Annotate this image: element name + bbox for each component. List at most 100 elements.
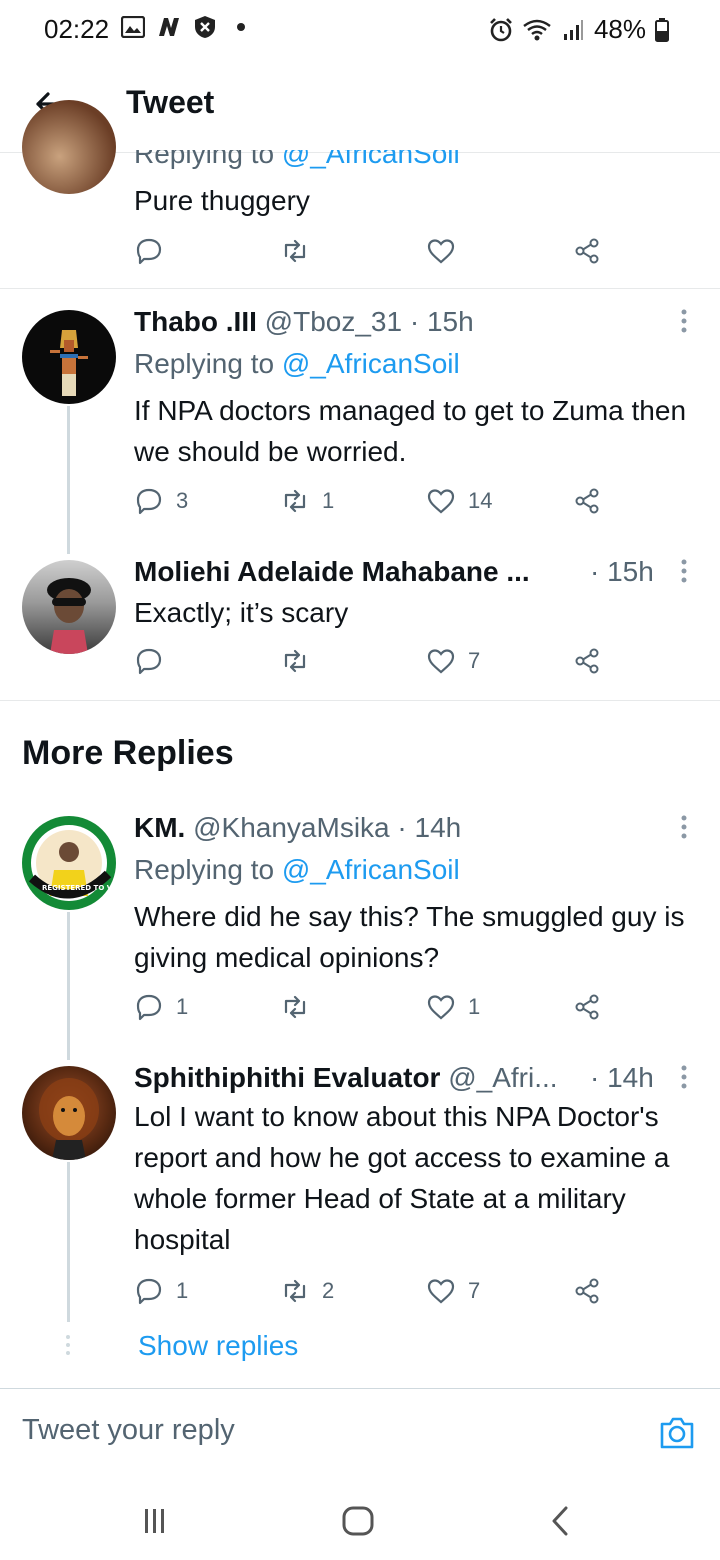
alarm-icon: [488, 17, 514, 43]
heart-icon: [427, 649, 455, 674]
comment-icon: [136, 648, 162, 675]
avatar-badge-text: REGISTERED TO VOTE ANC: [42, 884, 116, 892]
reply-to-line: Replying to @_AfricanSoil: [134, 854, 460, 886]
author-handle[interactable]: @_Afri...: [448, 1062, 557, 1093]
tweet-header: KM. @KhanyaMsika · 14h: [134, 812, 461, 844]
share-button[interactable]: [572, 236, 602, 266]
like-button[interactable]: 1: [426, 992, 480, 1022]
reply-to-handle[interactable]: @_AfricanSoil: [282, 348, 460, 379]
author-name[interactable]: Moliehi Adelaide Mahabane ...: [134, 556, 530, 587]
reply-to-handle[interactable]: @_AfricanSoil: [282, 854, 460, 885]
like-count: 1: [468, 994, 481, 1019]
retweet-button[interactable]: 2: [280, 1276, 334, 1306]
like-button[interactable]: [426, 236, 456, 266]
page-title: Tweet: [126, 84, 215, 120]
section-title: More Replies: [22, 734, 234, 772]
tweet-header: Thabo .III @Tboz_31 · 15h: [134, 306, 474, 338]
retweet-button[interactable]: [280, 992, 310, 1022]
tweet-text: Exactly; it’s scary: [134, 597, 349, 628]
share-icon: [575, 648, 599, 674]
tweet-time: · 14h: [590, 1062, 654, 1093]
wifi-icon: [522, 17, 552, 43]
retweet-button[interactable]: [280, 236, 310, 266]
camera-icon: [660, 1417, 694, 1449]
heart-icon: [427, 489, 455, 514]
share-button[interactable]: [572, 646, 602, 676]
avatar[interactable]: [22, 310, 116, 404]
more-vertical-icon: [681, 815, 687, 839]
author-handle[interactable]: @KhanyaMsika: [193, 812, 390, 843]
status-right: 48%: [488, 14, 670, 45]
retweet-icon: [284, 649, 306, 673]
avatar[interactable]: REGISTERED TO VOTE ANC: [22, 816, 116, 910]
dot-icon: [228, 14, 254, 40]
like-count: 14: [468, 488, 493, 513]
more-button[interactable]: [678, 308, 690, 334]
show-replies-link[interactable]: Show replies: [138, 1330, 298, 1362]
thread-line: [67, 1162, 70, 1322]
share-icon: [575, 238, 599, 264]
notification-icons: [120, 14, 254, 40]
signal-icon: [560, 17, 586, 43]
comment-icon: [136, 994, 162, 1021]
tweet-time: · 14h: [397, 812, 462, 843]
like-count: 7: [468, 1278, 481, 1303]
retweet-button[interactable]: [280, 646, 310, 676]
tweet-time: · 15h: [590, 556, 654, 587]
camera-button[interactable]: [658, 1414, 696, 1452]
reply-button[interactable]: [134, 646, 164, 676]
reply-button[interactable]: 1: [134, 992, 188, 1022]
more-button[interactable]: [678, 1064, 690, 1090]
comment-icon: [136, 488, 162, 515]
divider: [0, 288, 720, 289]
avatar[interactable]: [22, 100, 116, 194]
home-button[interactable]: [341, 1505, 375, 1542]
avatar[interactable]: [22, 1066, 116, 1160]
retweet-icon: [284, 995, 306, 1019]
retweet-icon: [284, 1279, 306, 1303]
like-button[interactable]: 14: [426, 486, 492, 516]
reply-input[interactable]: Tweet your reply: [22, 1414, 235, 1447]
author-name[interactable]: KM.: [134, 812, 185, 843]
reply-button[interactable]: [134, 236, 164, 266]
more-button[interactable]: [678, 558, 690, 584]
thread-line: [67, 912, 70, 1060]
battery-icon: [654, 17, 670, 43]
author-name[interactable]: Thabo .III: [134, 306, 257, 337]
more-vertical-icon: [681, 1065, 687, 1089]
comment-icon: [136, 238, 162, 265]
tweet-text: Where did he say this? The smuggled guy …: [134, 901, 685, 973]
share-icon: [575, 488, 599, 514]
back-nav-button[interactable]: [548, 1505, 572, 1542]
like-button[interactable]: 7: [426, 646, 480, 676]
retweet-icon: [284, 239, 306, 263]
like-button[interactable]: 7: [426, 1276, 480, 1306]
reply-button[interactable]: 1: [134, 1276, 188, 1306]
author-handle[interactable]: @Tboz_31: [265, 306, 402, 337]
like-count: 7: [468, 648, 481, 673]
tweet-actions: 1 2 7: [134, 1276, 614, 1316]
recents-icon: [145, 1509, 164, 1533]
more-button[interactable]: [678, 814, 690, 840]
dotted-thread-icon: [65, 1334, 71, 1365]
reply-button[interactable]: 3: [134, 486, 188, 516]
tweet-header: Sphithiphithi Evaluator @_Afri...: [134, 1062, 586, 1094]
retweet-button[interactable]: 1: [280, 486, 334, 516]
heart-icon: [427, 239, 455, 264]
chevron-left-icon: [552, 1506, 568, 1536]
share-button[interactable]: [572, 1276, 602, 1306]
tweet-actions: 7: [134, 646, 614, 686]
avatar[interactable]: [22, 560, 116, 654]
tweet-actions: 3 1 14: [134, 486, 614, 526]
reply-to-line: Replying to @_AfricanSoil: [134, 348, 460, 380]
recents-button[interactable]: [140, 1506, 170, 1541]
reply-count: 3: [176, 488, 189, 513]
heart-icon: [427, 1279, 455, 1304]
share-button[interactable]: [572, 486, 602, 516]
comment-icon: [136, 1278, 162, 1305]
author-name[interactable]: Sphithiphithi Evaluator: [134, 1062, 440, 1093]
tweet-text: If NPA doctors managed to get to Zuma th…: [134, 395, 687, 467]
share-button[interactable]: [572, 992, 602, 1022]
divider: [0, 700, 720, 701]
tweet-time: · 15h: [409, 306, 474, 337]
